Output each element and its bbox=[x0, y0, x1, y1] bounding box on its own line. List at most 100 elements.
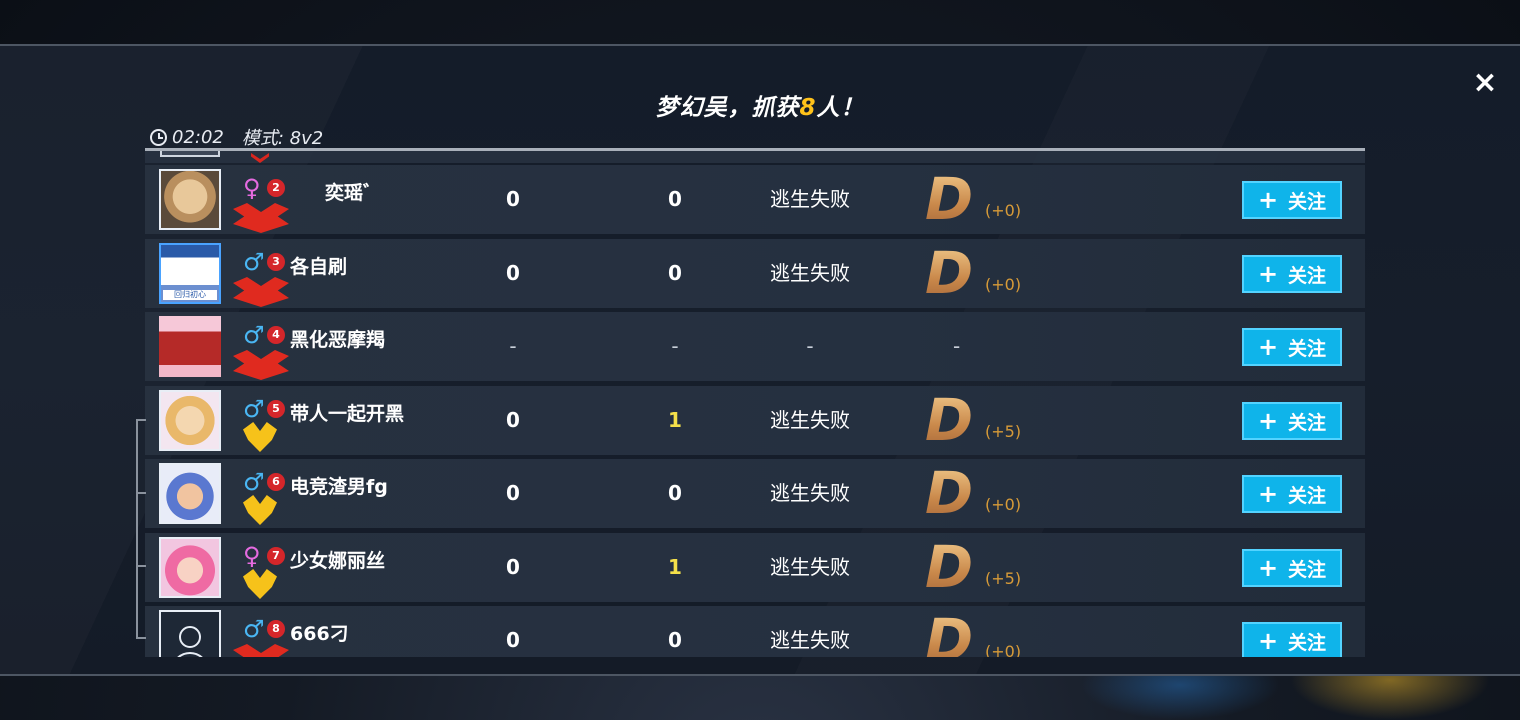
result-text: 逃生失败 bbox=[770, 261, 850, 285]
team-bracket bbox=[136, 419, 146, 639]
result-text: 逃生失败 bbox=[770, 187, 850, 211]
player-name: 奕瑶゛ bbox=[325, 182, 383, 204]
player-name: 带人一起开黑 bbox=[290, 403, 405, 425]
avatar[interactable] bbox=[159, 463, 221, 524]
player-list[interactable]: ♀ 2 奕瑶゛ 0 0 逃生失败 D (+0) + 关注 回归初心 ♂ 3 各自… bbox=[145, 151, 1365, 657]
stat-2: 0 bbox=[668, 187, 682, 211]
rank-number: 3 bbox=[267, 253, 285, 271]
male-icon: ♂ bbox=[243, 321, 265, 349]
plus-icon: + bbox=[1257, 554, 1279, 582]
avatar[interactable]: 回归初心 bbox=[159, 243, 221, 304]
follow-button[interactable]: + 关注 bbox=[1242, 549, 1342, 587]
grade-delta: (+0) bbox=[985, 495, 1022, 514]
rank-number: 7 bbox=[267, 547, 285, 565]
match-meta: 02:02 模式: 8v2 bbox=[150, 124, 323, 150]
avatar[interactable] bbox=[159, 169, 221, 230]
match-time: 02:02 bbox=[172, 126, 224, 148]
list-item: ♂ 8 666刁 0 0 逃生失败 D (+0) + 关注 bbox=[145, 606, 1365, 657]
list-item: ♀ 7 少女娜丽丝 0 1 逃生失败 D (+5) + 关注 bbox=[145, 533, 1365, 602]
follow-label: 关注 bbox=[1288, 631, 1327, 654]
person-icon bbox=[179, 626, 201, 648]
rank-number: 8 bbox=[267, 620, 285, 638]
stat-1: 0 bbox=[506, 408, 520, 432]
follow-label: 关注 bbox=[1288, 558, 1327, 581]
grade-letter: D bbox=[925, 239, 974, 307]
match-mode: 模式: 8v2 bbox=[241, 128, 324, 149]
list-item: 回归初心 ♂ 3 各自刷 0 0 逃生失败 D (+0) + 关注 bbox=[145, 239, 1365, 308]
result-text: 逃生失败 bbox=[770, 555, 850, 579]
male-icon: ♂ bbox=[243, 615, 265, 643]
team-bracket-tick bbox=[136, 492, 146, 494]
female-icon: ♀ bbox=[243, 542, 261, 570]
grade-letter: D bbox=[925, 610, 973, 657]
plus-icon: + bbox=[1257, 480, 1279, 508]
title-count: 8 bbox=[799, 95, 817, 121]
rank-badge-icon bbox=[243, 495, 277, 525]
follow-button[interactable]: + 关注 bbox=[1242, 475, 1342, 513]
results-panel: × 梦幻吴，抓获8人！ 02:02 模式: 8v2 ♀ 2 奕瑶゛ 0 0 逃生… bbox=[0, 44, 1520, 676]
rank-badge-icon bbox=[243, 569, 277, 599]
grade-letter: D bbox=[925, 533, 974, 601]
list-item: ♀ 2 奕瑶゛ 0 0 逃生失败 D (+0) + 关注 bbox=[145, 165, 1365, 234]
follow-button[interactable]: + 关注 bbox=[1242, 402, 1342, 440]
follow-button[interactable]: + 关注 bbox=[1242, 255, 1342, 293]
stat-1: 0 bbox=[506, 261, 520, 285]
follow-button[interactable]: + 关注 bbox=[1242, 622, 1342, 657]
grade-delta: (+5) bbox=[985, 422, 1022, 441]
rank-badge-icon bbox=[251, 153, 269, 163]
list-item: ♂ 6 电竞渣男fg 0 0 逃生失败 D (+0) + 关注 bbox=[145, 459, 1365, 528]
rank-badge-icon bbox=[233, 644, 289, 657]
stat-2: 1 bbox=[668, 408, 682, 432]
player-name: 黑化恶摩羯 bbox=[290, 329, 386, 351]
rank-number: 4 bbox=[267, 326, 285, 344]
avatar[interactable] bbox=[159, 537, 221, 598]
grade-delta: (+0) bbox=[985, 642, 1022, 657]
stat-2: - bbox=[671, 334, 679, 358]
avatar[interactable] bbox=[159, 610, 221, 657]
title-prefix: 梦幻吴，抓获 bbox=[655, 95, 800, 121]
list-item: ♂ 4 黑化恶摩羯 - - - - + 关注 bbox=[145, 312, 1365, 381]
stat-1: 0 bbox=[506, 628, 520, 652]
player-name: 少女娜丽丝 bbox=[290, 550, 386, 572]
grade-letter: - bbox=[953, 334, 961, 358]
stat-1: 0 bbox=[506, 481, 520, 505]
player-name: 666刁 bbox=[290, 623, 349, 645]
rank-number: 2 bbox=[267, 179, 285, 197]
female-icon: ♀ bbox=[243, 174, 261, 202]
plus-icon: + bbox=[1257, 186, 1279, 214]
list-item-partial bbox=[145, 151, 1365, 163]
rank-badge-icon bbox=[233, 277, 289, 307]
avatar[interactable] bbox=[159, 316, 221, 377]
stat-2: 0 bbox=[668, 261, 682, 285]
plus-icon: + bbox=[1257, 260, 1279, 288]
clock-icon bbox=[150, 128, 167, 146]
title-suffix: 人！ bbox=[816, 95, 865, 121]
player-name: 各自刷 bbox=[290, 256, 348, 278]
rank-number: 5 bbox=[267, 400, 285, 418]
follow-button[interactable]: + 关注 bbox=[1242, 328, 1342, 366]
plus-icon: + bbox=[1257, 407, 1279, 435]
follow-label: 关注 bbox=[1288, 411, 1327, 434]
page-title: 梦幻吴，抓获8人！ bbox=[0, 88, 1520, 122]
grade-delta: (+0) bbox=[985, 275, 1022, 294]
player-name: 电竞渣男fg bbox=[290, 476, 388, 498]
follow-label: 关注 bbox=[1288, 337, 1327, 360]
team-bracket-tick bbox=[136, 565, 146, 567]
plus-icon: + bbox=[1257, 627, 1279, 655]
stat-1: - bbox=[509, 334, 517, 358]
grade-delta: (+0) bbox=[985, 201, 1022, 220]
follow-button[interactable]: + 关注 bbox=[1242, 181, 1342, 219]
grade-letter: D bbox=[925, 386, 974, 454]
grade-letter: D bbox=[925, 459, 974, 527]
grade-delta: (+5) bbox=[985, 569, 1022, 588]
rank-badge-icon bbox=[233, 203, 289, 233]
result-text: 逃生失败 bbox=[770, 481, 850, 505]
result-text: - bbox=[806, 334, 814, 358]
result-text: 逃生失败 bbox=[770, 408, 850, 432]
male-icon: ♂ bbox=[243, 468, 265, 496]
male-icon: ♂ bbox=[243, 395, 265, 423]
avatar[interactable] bbox=[159, 390, 221, 451]
follow-label: 关注 bbox=[1288, 190, 1327, 213]
avatar bbox=[160, 151, 220, 157]
plus-icon: + bbox=[1257, 333, 1279, 361]
